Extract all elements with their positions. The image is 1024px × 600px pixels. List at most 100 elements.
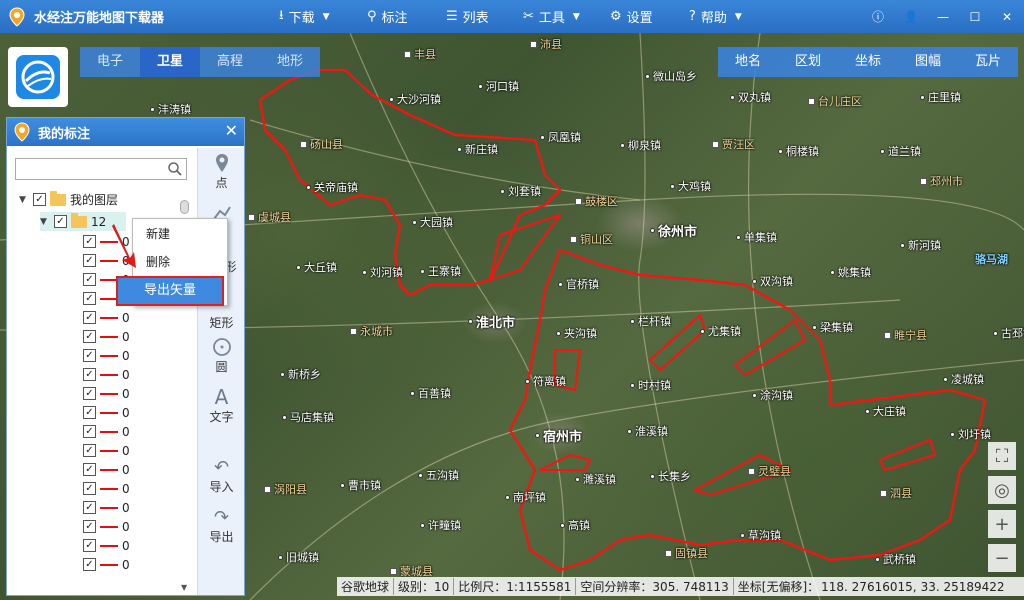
- checkbox[interactable]: ✓: [83, 539, 96, 552]
- menu-mark-label: 标注: [381, 11, 408, 26]
- tab-mapsheet[interactable]: 图幅: [898, 47, 958, 77]
- checkbox[interactable]: ✓: [83, 368, 96, 381]
- tree-item[interactable]: ✓0: [83, 384, 130, 403]
- tab-terrain[interactable]: 地形: [260, 47, 320, 77]
- minimize-button[interactable]: —: [928, 0, 958, 33]
- tree-item-label: 0: [122, 424, 130, 439]
- maximize-button[interactable]: ☐: [960, 0, 990, 33]
- checkbox[interactable]: ✓: [83, 463, 96, 476]
- tree-item-label: 0: [122, 557, 130, 572]
- tree-root[interactable]: ▼ ✓ 我的图层: [19, 190, 118, 209]
- place-label: 涡阳县: [264, 481, 307, 497]
- tree-item[interactable]: ✓0: [83, 460, 130, 479]
- tree-item[interactable]: ✓0: [83, 327, 130, 346]
- tree-item[interactable]: ✓0: [83, 422, 130, 441]
- tab-electronic[interactable]: 电子: [80, 47, 140, 77]
- tree-item[interactable]: ✓0: [83, 365, 130, 384]
- zoom-in-button[interactable]: +: [988, 510, 1016, 538]
- tree-item-label: 0: [122, 481, 130, 496]
- menu-item-export-vector[interactable]: 导出矢量: [116, 276, 224, 306]
- checkbox[interactable]: ✓: [33, 193, 46, 206]
- place-label: 宿州市: [535, 426, 582, 445]
- scrollbar-thumb[interactable]: [180, 200, 189, 214]
- checkbox[interactable]: ✓: [83, 482, 96, 495]
- tree-item[interactable]: ✓0: [83, 308, 130, 327]
- tree-item-label: 0: [122, 367, 130, 382]
- circle-tool[interactable]: 圆: [198, 336, 245, 375]
- tree-item[interactable]: ✓0: [83, 441, 130, 460]
- checkbox[interactable]: ✓: [83, 558, 96, 571]
- checkbox[interactable]: ✓: [83, 330, 96, 343]
- fullscreen-button[interactable]: ⛶: [988, 442, 1016, 470]
- text-tool[interactable]: A 文字: [198, 385, 245, 425]
- tab-placename[interactable]: 地名: [718, 47, 778, 77]
- tab-coordinate[interactable]: 坐标: [838, 47, 898, 77]
- tab-satellite[interactable]: 卫星: [140, 47, 200, 77]
- checkbox[interactable]: ✓: [83, 292, 96, 305]
- checkbox[interactable]: ✓: [83, 349, 96, 362]
- menu-list[interactable]: ☰ 列表: [446, 0, 489, 33]
- checkbox[interactable]: ✓: [83, 501, 96, 514]
- locate-button[interactable]: ◎: [988, 476, 1016, 504]
- line-style-icon: [100, 392, 118, 395]
- menu-item-new[interactable]: 新建: [133, 221, 227, 247]
- line-style-icon: [100, 563, 118, 566]
- tree-item[interactable]: ✓0: [83, 536, 130, 555]
- checkbox[interactable]: ✓: [83, 406, 96, 419]
- checkbox[interactable]: ✓: [83, 444, 96, 457]
- close-button[interactable]: ✕: [992, 0, 1022, 33]
- tab-elevation[interactable]: 高程: [200, 47, 260, 77]
- tree-item[interactable]: ✓0: [83, 479, 130, 498]
- place-label: 徐州市: [650, 221, 697, 240]
- close-icon[interactable]: ✕: [225, 121, 238, 140]
- place-label: 双丸镇: [730, 89, 771, 105]
- place-label: 凤凰镇: [540, 129, 581, 145]
- tree-item[interactable]: ✓0: [83, 403, 130, 422]
- checkbox[interactable]: ✓: [83, 387, 96, 400]
- search-icon[interactable]: [167, 161, 183, 177]
- menu-tools-label: 工具: [538, 11, 565, 26]
- menu-item-delete[interactable]: 删除: [133, 249, 227, 275]
- checkbox[interactable]: ✓: [83, 235, 96, 248]
- tree-item[interactable]: ✓0: [83, 346, 130, 365]
- menu-download[interactable]: ⭳ 下载 ▼: [279, 0, 330, 33]
- tab-tile[interactable]: 瓦片: [958, 47, 1018, 77]
- status-resolution: 空间分辨率：305. 748113: [576, 578, 734, 595]
- checkbox[interactable]: ✓: [83, 311, 96, 324]
- collapse-icon[interactable]: ▼: [19, 195, 29, 205]
- text-tool-label: 文字: [209, 410, 234, 424]
- place-label: 濉溪镇: [575, 471, 616, 487]
- zoom-out-button[interactable]: −: [988, 544, 1016, 572]
- tree-item[interactable]: ✓0: [83, 517, 130, 536]
- checkbox[interactable]: ✓: [83, 273, 96, 286]
- collapse-icon[interactable]: ▼: [40, 217, 50, 227]
- checkbox[interactable]: ✓: [83, 254, 96, 267]
- rect-tool[interactable]: 矩形: [198, 308, 245, 331]
- menu-help[interactable]: ? 帮助 ▼: [689, 0, 742, 33]
- scroll-down-icon[interactable]: ▼: [181, 583, 187, 592]
- user-button[interactable]: 👤: [896, 0, 926, 33]
- checkbox[interactable]: ✓: [54, 215, 67, 228]
- status-scale: 比例尺：1:1155581: [454, 578, 577, 595]
- checkbox[interactable]: ✓: [83, 520, 96, 533]
- app-logo-icon: [14, 122, 30, 142]
- point-tool[interactable]: 点: [198, 152, 245, 191]
- globe-logo[interactable]: [8, 47, 68, 107]
- menu-tools[interactable]: ✂ 工具 ▼: [523, 0, 580, 33]
- place-label: 符离镇: [525, 373, 566, 389]
- menu-mark[interactable]: ⚲ 标注: [367, 0, 408, 33]
- tree-item[interactable]: ✓0: [83, 498, 130, 517]
- place-label: 邳州市: [920, 173, 963, 189]
- place-label: 草沟镇: [740, 527, 781, 543]
- tree-item-label: 0: [122, 538, 130, 553]
- tree-item[interactable]: ✓0: [83, 555, 130, 574]
- export-tool[interactable]: ↷ 导出: [198, 506, 245, 545]
- place-label: 庄里镇: [920, 89, 961, 105]
- menu-settings[interactable]: ⚙ 设置: [610, 0, 653, 33]
- place-label: 鼓楼区: [575, 193, 618, 209]
- checkbox[interactable]: ✓: [83, 425, 96, 438]
- import-tool[interactable]: ↶ 导入: [198, 456, 245, 495]
- search-input[interactable]: [16, 159, 161, 179]
- tab-division[interactable]: 区划: [778, 47, 838, 77]
- info-button[interactable]: ⓘ: [863, 0, 893, 33]
